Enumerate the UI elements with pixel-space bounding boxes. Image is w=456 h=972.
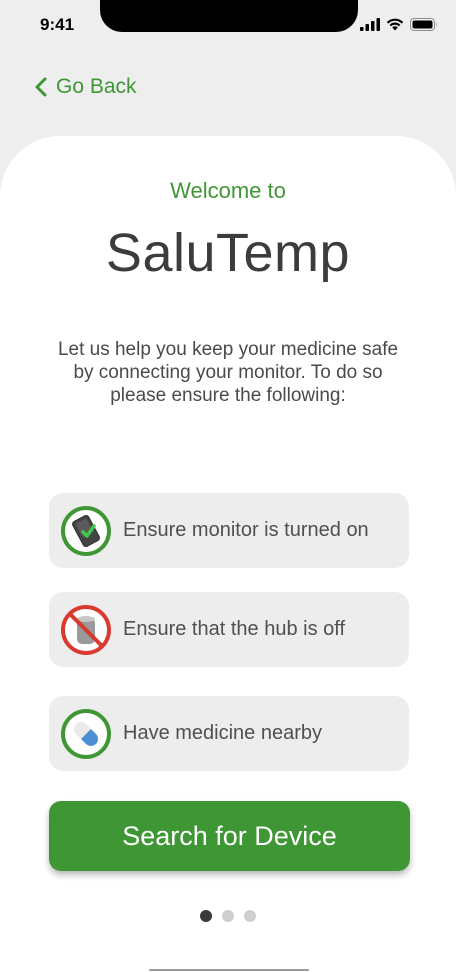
monitor-on-icon: [61, 506, 111, 556]
intro-text: Let us help you keep your medicine safe …: [57, 339, 399, 406]
page-dot-2[interactable]: [222, 910, 234, 922]
search-for-device-button[interactable]: Search for Device: [49, 801, 410, 871]
hub-off-icon: [61, 605, 111, 655]
home-indicator[interactable]: [149, 969, 309, 971]
app-title: SaluTemp: [105, 223, 351, 283]
page-dot-1[interactable]: [200, 910, 212, 922]
wifi-icon: [386, 18, 404, 30]
go-back-button[interactable]: Go Back: [34, 74, 137, 100]
battery-icon: [410, 17, 437, 31]
requirement-label: Have medicine nearby: [123, 722, 322, 744]
status-time: 9:41: [40, 15, 75, 34]
welcome-text: Welcome to: [170, 178, 286, 203]
requirement-hub-off: Ensure that the hub is off: [49, 592, 409, 667]
status-bar: 9:41: [0, 0, 456, 50]
page-dot-3[interactable]: [244, 910, 256, 922]
device-notch: [100, 0, 358, 32]
requirement-medicine: Have medicine nearby: [49, 696, 409, 771]
requirement-label: Ensure that the hub is off: [123, 618, 346, 640]
chevron-left-icon: [35, 77, 47, 97]
go-back-label: Go Back: [56, 75, 137, 98]
cellular-signal-icon: [360, 17, 380, 31]
requirement-monitor-on: Ensure monitor is turned on: [49, 493, 409, 568]
medicine-icon: [61, 709, 111, 759]
pagination-dots: [0, 910, 456, 922]
requirement-label: Ensure monitor is turned on: [123, 519, 369, 541]
status-icons: [360, 16, 438, 32]
